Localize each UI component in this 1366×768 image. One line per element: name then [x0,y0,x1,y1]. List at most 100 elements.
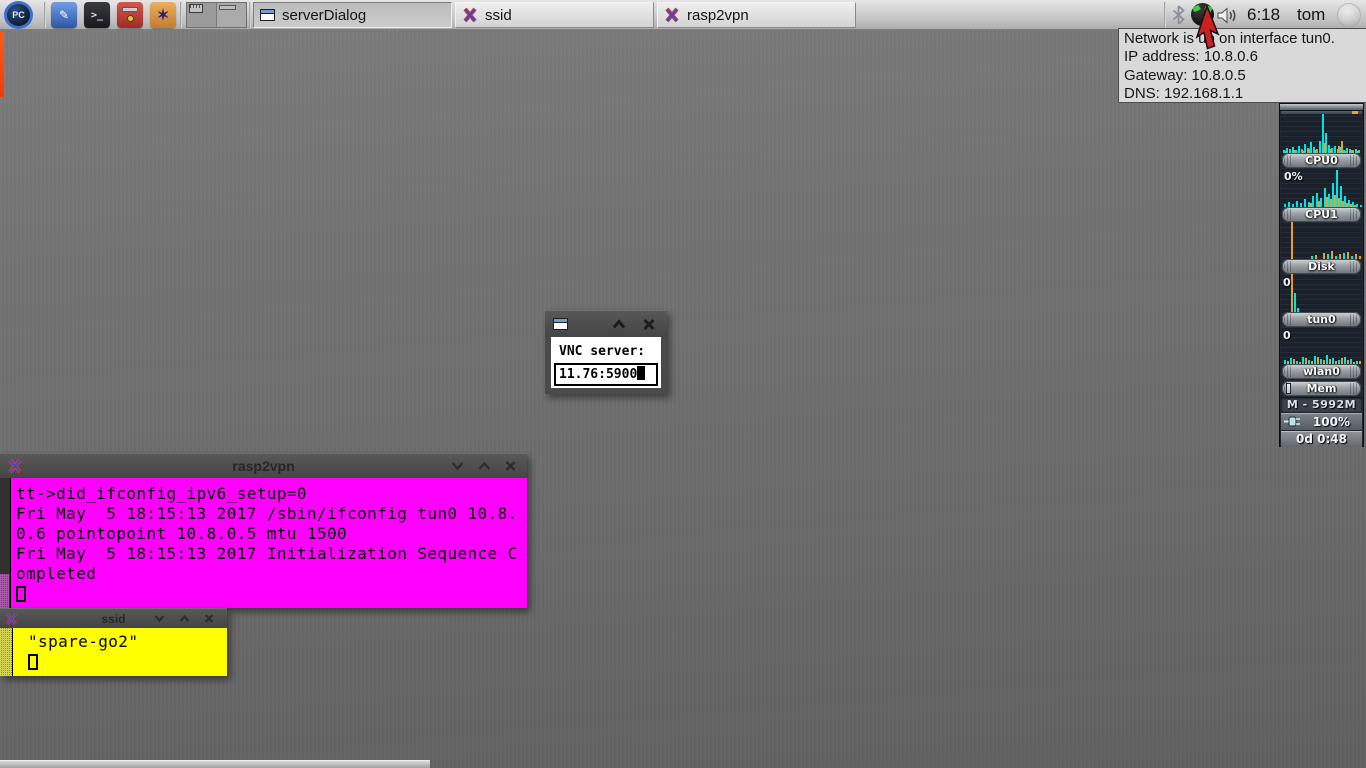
mouse-cursor [1194,5,1222,53]
pager-mini-window [189,4,203,13]
vnc-dialog-window: VNC server: 11.76:5900 [545,310,667,394]
panel-separator [249,2,251,28]
tooltip-line: Gateway: 10.8.0.5 [1124,67,1366,85]
scrollbar[interactable] [0,628,13,676]
window-menu-icon[interactable] [553,318,568,330]
taskbar-button-label: ssid [485,7,512,24]
mem-krell[interactable] [1286,383,1291,394]
wlan0-chart[interactable] [1281,327,1362,364]
tun0-panel[interactable]: tun0 [1282,312,1361,327]
vnc-server-label: VNC server: [559,344,645,359]
tooltip-line: Network is up on interface tun0. [1124,30,1366,48]
rasp2vpn-terminal[interactable]: tt->did_ifconfig_ipv6_setup=0 Fri May 5 … [0,478,527,608]
disk-chart[interactable] [1281,222,1362,259]
desktop: PC ✎ >_ ✶ serverDialog [0,0,1366,768]
wlan0-panel[interactable]: wlan0 [1282,364,1361,379]
mem-label: Mem [1307,382,1337,395]
session-faded-icon[interactable] [1337,3,1361,27]
vnc-dialog-body: VNC server: 11.76:5900 [551,337,661,388]
tun0-chart[interactable] [1281,274,1362,312]
shade-icon[interactable] [450,459,465,474]
scrollbar[interactable] [0,478,11,608]
terminal-line: 0.6 pointopoint 10.8.0.5 mtu 1500 [16,524,518,544]
panel-separator [180,2,182,28]
network-notification: Network is up on interface tun0. IP addr… [1118,28,1366,103]
edge-indicator-stripe [0,32,4,97]
power-plug-icon [1284,416,1300,427]
wlan0-chart-graph [1281,327,1362,364]
pager-desk-1[interactable] [187,3,217,27]
ssid-titlebar[interactable]: ssid [0,608,227,628]
system-monitor: CPU0 0% CPU1 Disk 0 tun0 0 [1279,103,1364,447]
bottom-window-edge[interactable] [0,760,430,768]
bluetooth-icon[interactable] [1172,5,1185,25]
taskbar-button-ssid[interactable]: ssid [455,2,654,28]
text-cursor [637,366,645,380]
top-panel: PC ✎ >_ ✶ serverDialog [0,0,1366,30]
battery-row[interactable]: 100% [1281,413,1362,430]
ssid-terminal[interactable]: "spare-go2" [0,628,227,676]
disk-panel[interactable]: Disk [1282,259,1361,274]
terminal-output: "spare-go2" [28,632,138,670]
cpu0-chart[interactable] [1281,111,1362,153]
tun0-value: 0 [1283,329,1291,342]
shade-icon[interactable] [152,611,167,626]
vnc-server-value: 11.76:5900 [559,367,637,382]
close-icon[interactable] [641,317,656,332]
taskbar-button-label: serverDialog [282,7,366,24]
rasp2vpn-titlebar[interactable]: rasp2vpn [0,453,527,478]
package-tool-detail [127,15,134,22]
terminal-line: ompleted [16,564,518,584]
cpu0-value: 0% [1284,170,1303,183]
cpu0-panel[interactable]: CPU0 [1282,153,1361,168]
terminal-line: "spare-go2" [28,632,138,652]
pc-logo-icon[interactable]: PC [4,1,33,29]
scrollbar-thumb[interactable] [0,574,9,608]
logged-in-user: tom [1297,0,1325,30]
rasp2vpn-window: rasp2vpn tt->did_ifconfig_ipv6_setup=0 F… [0,453,527,608]
maximize-icon[interactable] [611,317,626,332]
taskbar-button-rasp2vpn[interactable]: rasp2vpn [657,2,856,28]
window-icon [260,9,275,21]
panel-separator [44,2,46,28]
cpu0-chart-graph [1281,111,1362,153]
xterm-icon [462,7,478,23]
desktop-pager[interactable] [186,2,247,28]
cpu1-panel[interactable]: CPU1 [1282,207,1361,222]
disk-value: 0 [1283,276,1291,289]
tooltip-line: DNS: 192.168.1.1 [1124,85,1366,103]
mem-panel[interactable]: Mem [1282,381,1361,396]
window-title: rasp2vpn [0,458,527,474]
ssid-window: ssid "spare-go2" [0,608,227,676]
panel-separator [1164,2,1166,28]
close-icon[interactable] [201,611,216,626]
disk-chart-graph [1281,222,1362,259]
tun0-chart-graph [1281,274,1362,312]
clock: 6:18 [1247,0,1280,30]
battery-value: 100% [1313,415,1350,429]
wm-config-icon[interactable]: ✶ [150,2,176,28]
maximize-icon[interactable] [177,611,192,626]
taskbar-button-label: rasp2vpn [687,7,749,24]
taskbar-button-serverdialog[interactable]: serverDialog [253,2,452,28]
krell-marker [1352,111,1358,114]
maximize-icon[interactable] [477,459,492,474]
pager-mini-window [219,5,236,10]
terminal-line: tt->did_ifconfig_ipv6_setup=0 [16,484,518,504]
window-title: ssid [0,612,227,626]
text-editor-icon[interactable]: ✎ [51,2,77,28]
package-tool-detail [122,7,138,12]
tooltip-line: IP address: 10.8.0.6 [1124,48,1366,66]
terminal-line: Fri May 5 18:15:13 2017 /sbin/ifconfig t… [16,504,518,524]
pager-desk-2[interactable] [217,3,247,27]
terminal-output: tt->did_ifconfig_ipv6_setup=0 Fri May 5 … [16,484,518,602]
vnc-dialog-titlebar[interactable] [545,310,667,337]
monitor-top-cap[interactable] [1280,104,1363,111]
package-tool-icon[interactable] [117,2,143,28]
mem-detail: M - 5992M [1281,397,1362,412]
terminal-line: Fri May 5 18:15:13 2017 Initialization S… [16,544,518,564]
close-icon[interactable] [503,459,518,474]
uptime: 0d 0:48 [1281,431,1362,447]
terminal-icon[interactable]: >_ [84,2,110,28]
vnc-server-input[interactable]: 11.76:5900 [554,363,658,386]
